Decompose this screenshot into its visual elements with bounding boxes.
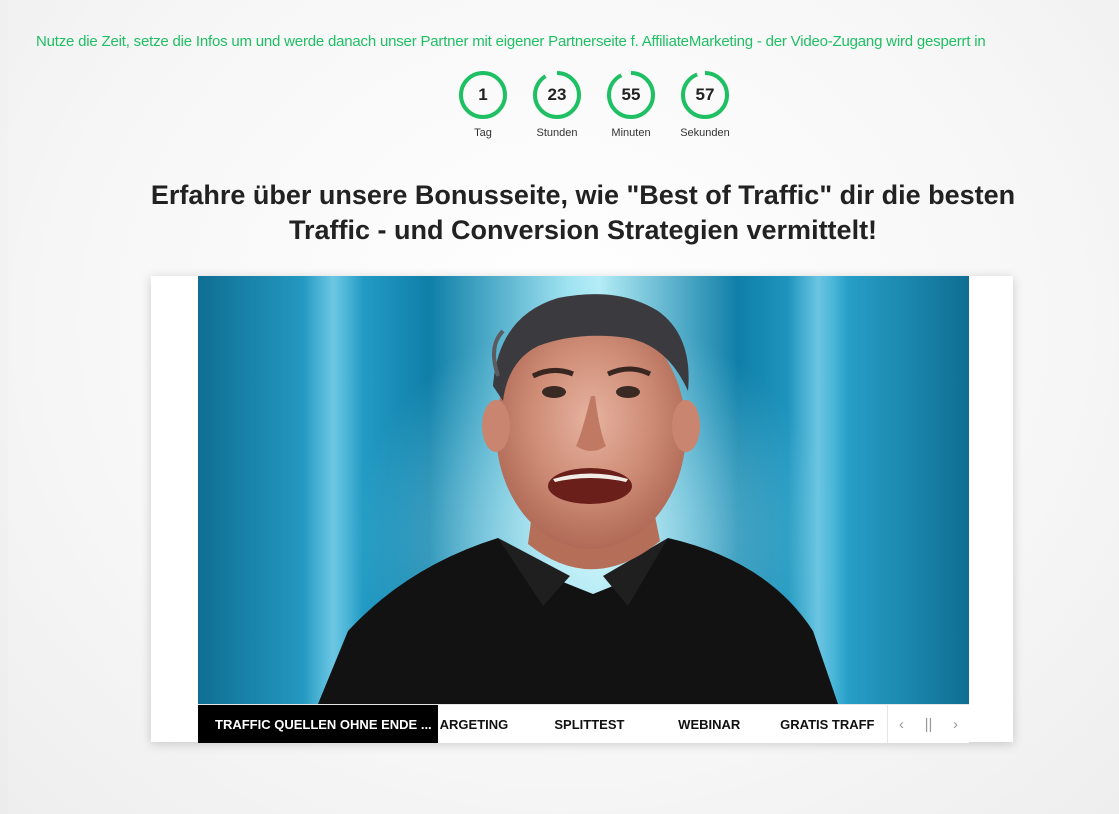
countdown-ticker-text: Nutze die Zeit, setze die Infos um und w… <box>36 33 986 50</box>
countdown-seconds-label: Sekunden <box>680 127 730 139</box>
countdown-seconds: 57 Sekunden <box>668 70 742 139</box>
countdown-days-label: Tag <box>474 127 492 139</box>
presenter-image <box>318 294 838 704</box>
page-headline: Erfahre über unsere Bonusseite, wie "Bes… <box>150 178 1016 248</box>
chapter-tab-targeting[interactable]: ARGETING <box>438 705 530 743</box>
countdown-minutes-label: Minuten <box>611 127 651 139</box>
countdown-ring: 1 <box>458 70 508 120</box>
video-player: TRAFFIC QUELLEN OHNE ENDE ... ARGETING S… <box>151 276 1013 743</box>
headline-line-2: Traffic - und Conversion Strategien verm… <box>288 215 878 245</box>
countdown-hours-value: 23 <box>547 85 567 104</box>
chevron-right-icon[interactable]: › <box>942 705 969 743</box>
countdown-days: 1 Tag <box>446 70 520 139</box>
chapter-controls: ‹ || › <box>887 705 969 743</box>
countdown-minutes-value: 55 <box>621 85 641 104</box>
countdown-ring: 23 <box>532 70 582 120</box>
countdown-seconds-value: 57 <box>695 85 715 104</box>
countdown-hours-label: Stunden <box>536 127 578 139</box>
countdown-hours: 23 Stunden <box>520 70 594 139</box>
countdown-ring: 55 <box>606 70 656 120</box>
video-frame[interactable] <box>198 276 969 704</box>
countdown-minutes: 55 Minuten <box>594 70 668 139</box>
pause-icon[interactable]: || <box>915 705 942 743</box>
headline-line-1: Erfahre über unsere Bonusseite, wie "Bes… <box>150 180 1016 210</box>
countdown-ring: 57 <box>680 70 730 120</box>
chapter-tab-webinar[interactable]: WEBINAR <box>649 705 769 743</box>
chapter-tab-splittest[interactable]: SPLITTEST <box>530 705 650 743</box>
countdown-days-value: 1 <box>478 85 488 104</box>
chapter-tab-traffic-quellen[interactable]: TRAFFIC QUELLEN OHNE ENDE ... <box>198 705 438 743</box>
chapter-tab-gratis-traffic[interactable]: GRATIS TRAFF <box>769 705 887 743</box>
countdown-timer: 1 Tag 23 Stunden 55 Minuten 57 Sekunden <box>446 70 742 139</box>
chevron-left-icon[interactable]: ‹ <box>888 705 915 743</box>
video-chapter-tabs: TRAFFIC QUELLEN OHNE ENDE ... ARGETING S… <box>198 704 969 743</box>
